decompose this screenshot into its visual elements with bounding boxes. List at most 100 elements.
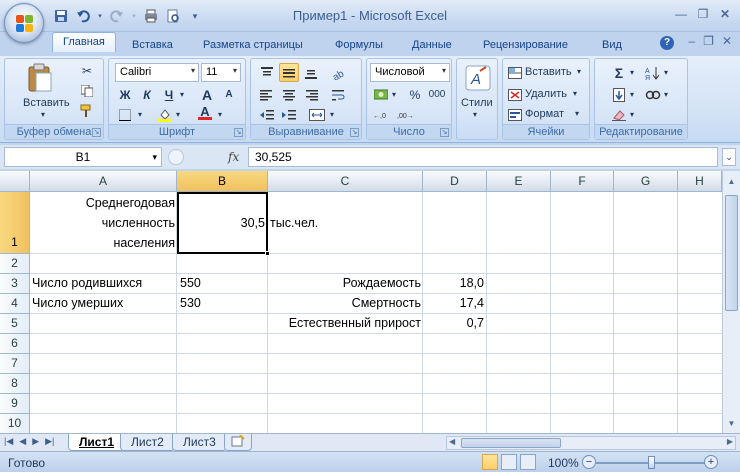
row-header-7[interactable]: 7 bbox=[0, 354, 30, 374]
styles-dropdown-icon[interactable]: ▾ bbox=[473, 110, 477, 119]
cell-b3[interactable]: 550 bbox=[180, 276, 201, 290]
scroll-right-icon[interactable]: ▶ bbox=[727, 437, 733, 446]
font-size-dropdown-icon[interactable]: ▾ bbox=[233, 66, 237, 75]
column-header-g[interactable]: G bbox=[614, 171, 678, 192]
format-cells-icon[interactable] bbox=[505, 105, 525, 124]
zoom-in-icon[interactable]: + bbox=[704, 455, 718, 469]
scroll-left-icon[interactable]: ◀ bbox=[449, 437, 455, 446]
font-name-field[interactable]: Calibri ▾ bbox=[115, 63, 199, 82]
expand-formula-bar-icon[interactable]: ⌄ bbox=[722, 148, 736, 166]
first-sheet-icon[interactable]: |◀ bbox=[4, 436, 13, 447]
fill-handle[interactable] bbox=[265, 251, 270, 256]
delete-cells-dropdown-icon[interactable]: ▾ bbox=[573, 89, 577, 98]
autosum-button[interactable]: Σ bbox=[609, 63, 629, 82]
row-header-3[interactable]: 3 bbox=[0, 274, 30, 294]
workbook-minimize-icon[interactable]: – bbox=[688, 34, 695, 48]
merge-center-icon[interactable] bbox=[307, 105, 327, 124]
name-box-dropdown-icon[interactable]: ▾ bbox=[152, 148, 157, 166]
font-launcher-icon[interactable]: ↘ bbox=[234, 128, 243, 137]
format-cells-dropdown-icon[interactable]: ▾ bbox=[575, 109, 579, 118]
cell-a1-line1[interactable]: Среднегодовая bbox=[32, 196, 175, 210]
workbook-restore-icon[interactable]: ❐ bbox=[703, 34, 714, 48]
sort-filter-icon[interactable]: AЯ bbox=[643, 63, 663, 82]
delete-cells-icon[interactable] bbox=[505, 85, 525, 104]
insert-sheet-icon[interactable] bbox=[224, 434, 252, 451]
workbook-close-icon[interactable]: ✕ bbox=[722, 34, 732, 48]
format-cells-button[interactable]: Формат bbox=[525, 108, 564, 120]
insert-function-button[interactable]: fx bbox=[228, 150, 239, 164]
fill-color-dropdown-icon[interactable]: ▾ bbox=[173, 105, 183, 124]
column-header-d[interactable]: D bbox=[423, 171, 487, 192]
styles-button[interactable]: Стили bbox=[461, 97, 493, 109]
cell-b4[interactable]: 530 bbox=[180, 296, 201, 310]
formula-bar-splitter[interactable] bbox=[168, 149, 184, 165]
name-box[interactable]: B1 ▾ bbox=[4, 147, 162, 167]
cut-icon[interactable]: ✂ bbox=[77, 61, 97, 80]
increase-decimal-icon[interactable]: ←,0 bbox=[371, 105, 391, 124]
insert-cells-button[interactable]: Вставить bbox=[525, 66, 572, 78]
cell-a1-line2[interactable]: численность bbox=[32, 216, 175, 230]
close-icon[interactable]: ✕ bbox=[716, 6, 734, 22]
find-select-icon[interactable] bbox=[643, 85, 663, 104]
column-header-a[interactable]: A bbox=[30, 171, 177, 192]
cell-a4[interactable]: Число умерших bbox=[32, 296, 123, 310]
bold-button[interactable]: Ж bbox=[115, 85, 135, 104]
font-color-dropdown-icon[interactable]: ▾ bbox=[215, 105, 225, 124]
row-header-1[interactable]: 1 bbox=[0, 192, 30, 254]
cell-d3[interactable]: 18,0 bbox=[425, 276, 484, 290]
find-select-dropdown-icon[interactable]: ▾ bbox=[661, 85, 671, 104]
row-header-9[interactable]: 9 bbox=[0, 394, 30, 414]
paste-button[interactable]: Вставить bbox=[23, 97, 70, 109]
spreadsheet-grid[interactable]: A B C D E F G H 1 2 3 4 5 6 7 8 9 10 Сре… bbox=[0, 171, 722, 433]
fill-icon[interactable] bbox=[609, 85, 629, 104]
cell-d5[interactable]: 0,7 bbox=[425, 316, 484, 330]
italic-button[interactable]: К bbox=[137, 85, 157, 104]
styles-icon[interactable]: A bbox=[465, 65, 491, 93]
minimize-icon[interactable]: — bbox=[672, 6, 690, 22]
cell-c1[interactable]: тыс.чел. bbox=[270, 216, 318, 230]
horizontal-scrollbar[interactable]: ◀ ▶ bbox=[446, 436, 736, 450]
scroll-up-icon[interactable]: ▲ bbox=[725, 175, 738, 189]
underline-button[interactable]: Ч bbox=[159, 85, 179, 104]
clear-icon[interactable] bbox=[609, 105, 629, 124]
insert-cells-icon[interactable] bbox=[505, 63, 525, 82]
shrink-font-button[interactable]: A bbox=[219, 85, 239, 104]
row-header-8[interactable]: 8 bbox=[0, 374, 30, 394]
merge-dropdown-icon[interactable]: ▾ bbox=[327, 105, 337, 124]
formula-input[interactable]: 30,525 bbox=[248, 147, 718, 167]
number-format-dropdown-icon[interactable]: ▾ bbox=[442, 66, 446, 75]
cell-c3[interactable]: Рождаемость bbox=[270, 276, 421, 290]
align-top-icon[interactable] bbox=[257, 63, 277, 82]
normal-view-icon[interactable] bbox=[482, 454, 498, 470]
cell-c4[interactable]: Смертность bbox=[270, 296, 421, 310]
page-break-view-icon[interactable] bbox=[520, 454, 536, 470]
column-header-f[interactable]: F bbox=[551, 171, 614, 192]
delete-cells-button[interactable]: Удалить bbox=[525, 88, 567, 100]
alignment-launcher-icon[interactable]: ↘ bbox=[350, 128, 359, 137]
font-color-icon[interactable]: A bbox=[195, 103, 215, 122]
vertical-scrollbar[interactable]: ▲ ▼ bbox=[722, 171, 740, 433]
currency-icon[interactable] bbox=[371, 85, 391, 104]
cell-d4[interactable]: 17,4 bbox=[425, 296, 484, 310]
vertical-scroll-thumb[interactable] bbox=[725, 195, 738, 311]
zoom-level[interactable]: 100% bbox=[548, 456, 579, 470]
zoom-slider-handle[interactable] bbox=[648, 456, 655, 469]
sheet-tab-1[interactable]: Лист1 bbox=[68, 434, 126, 451]
tab-view[interactable]: Вид bbox=[602, 36, 622, 56]
clear-dropdown-icon[interactable]: ▾ bbox=[627, 105, 637, 124]
select-all-corner[interactable] bbox=[0, 171, 30, 192]
increase-indent-icon[interactable] bbox=[279, 105, 299, 124]
fill-color-icon[interactable] bbox=[155, 105, 175, 124]
text-orientation-icon[interactable]: ab bbox=[329, 63, 349, 82]
tab-review[interactable]: Рецензирование bbox=[483, 36, 568, 56]
decrease-decimal-icon[interactable]: ,00→ bbox=[395, 105, 415, 124]
cell-a1-line3[interactable]: населения bbox=[32, 236, 175, 250]
align-bottom-icon[interactable] bbox=[301, 63, 321, 82]
tab-formulas[interactable]: Формулы bbox=[335, 36, 383, 56]
paste-dropdown-icon[interactable]: ▾ bbox=[41, 110, 45, 119]
zoom-out-icon[interactable]: − bbox=[582, 455, 596, 469]
align-middle-icon[interactable] bbox=[279, 63, 299, 82]
fill-dropdown-icon[interactable]: ▾ bbox=[627, 85, 637, 104]
font-size-field[interactable]: 11 ▾ bbox=[201, 63, 241, 82]
tab-page-layout[interactable]: Разметка страницы bbox=[203, 36, 303, 56]
